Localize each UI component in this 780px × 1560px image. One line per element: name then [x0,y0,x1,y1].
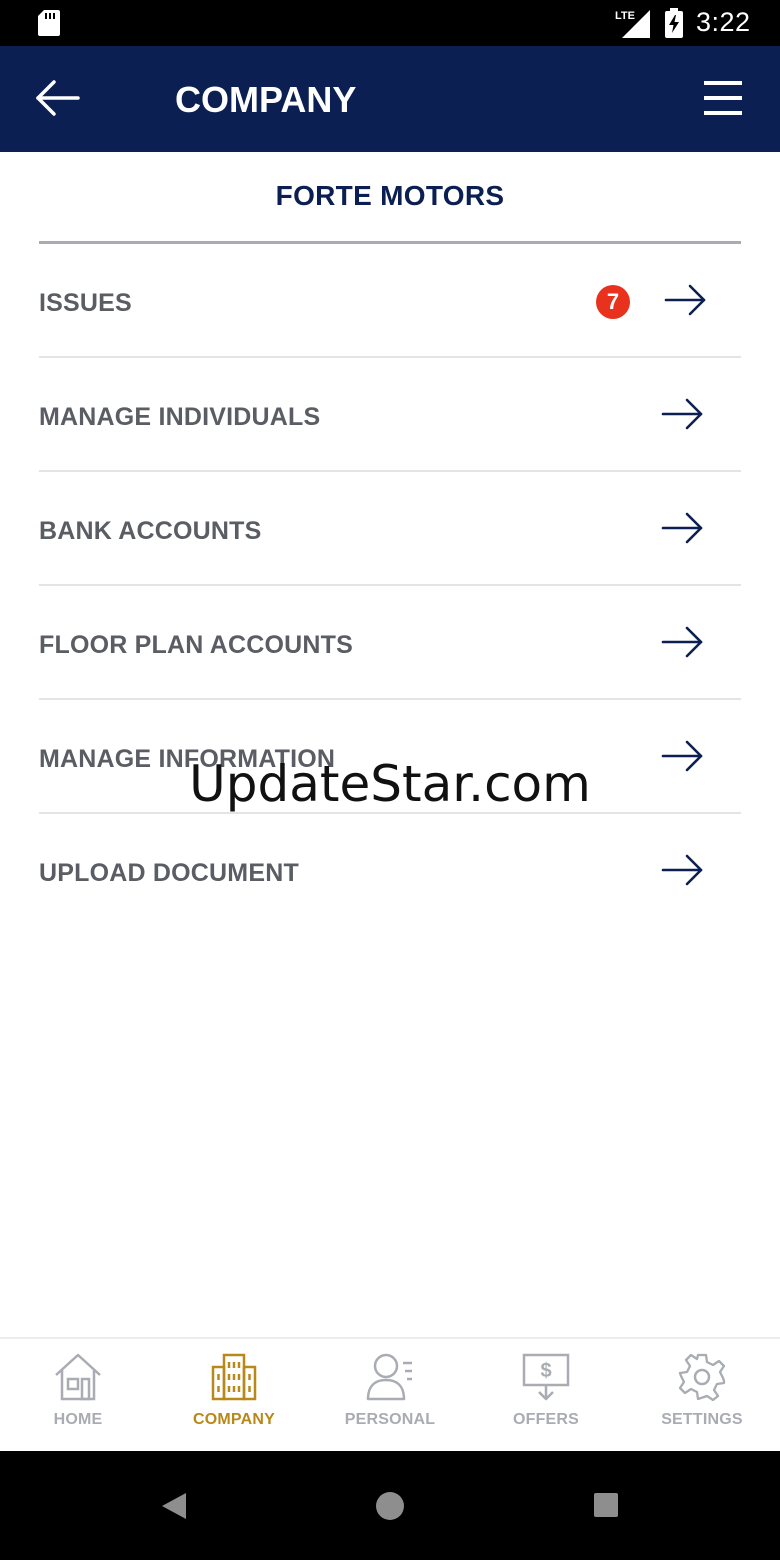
issues-count-badge: 7 [596,285,630,319]
bottom-nav: HOME COMPANY PERSONAL $ OFFERS SETTINGS [0,1337,780,1451]
menu-item-label: MANAGE INDIVIDUALS [39,403,321,431]
sd-card-icon [38,10,60,36]
menu-item-manage-individuals[interactable]: MANAGE INDIVIDUALS [39,358,741,472]
nav-company[interactable]: COMPANY [156,1339,312,1451]
hamburger-menu-icon [704,81,742,115]
clock: 3:22 [696,7,751,37]
signal-icon: LTE [615,10,650,38]
nav-label: HOME [53,1411,103,1428]
watermark: UpdateStar.com [189,755,591,813]
nav-label: COMPANY [193,1411,275,1428]
menu-item-label: BANK ACCOUNTS [39,517,262,545]
arrow-left-icon [36,80,80,116]
menu-item-issues[interactable]: ISSUES 7 [39,244,741,358]
nav-personal[interactable]: PERSONAL [312,1339,468,1451]
person-icon [366,1353,412,1401]
arrow-right-icon [661,626,703,658]
nav-home[interactable]: HOME [0,1339,156,1451]
nav-label: SETTINGS [661,1411,743,1428]
network-label: LTE [615,10,635,22]
battery-charging-icon [665,8,683,38]
company-name: FORTE MOTORS [275,180,505,211]
arrow-right-icon [661,398,703,430]
menu-button[interactable] [700,78,746,118]
nav-settings[interactable]: SETTINGS [624,1339,780,1451]
system-nav-bar [0,1451,780,1560]
system-back-icon[interactable] [160,1491,188,1521]
system-recents-button[interactable] [594,1493,618,1517]
nav-offers[interactable]: $ OFFERS [468,1339,624,1451]
system-home-button[interactable] [376,1492,404,1520]
building-icon [211,1353,257,1401]
arrow-right-icon [664,284,706,316]
app-bar: COMPANY [0,46,780,152]
menu-item-label: FLOOR PLAN ACCOUNTS [39,631,353,659]
offers-icon: $ [522,1353,570,1401]
gear-icon [678,1353,726,1402]
svg-text:$: $ [540,1360,551,1382]
status-bar: LTE 3:22 [0,0,780,46]
back-button[interactable] [34,76,82,120]
menu-list: ISSUES 7 MANAGE INDIVIDUALS BANK ACCOUNT… [39,244,741,928]
menu-item-bank-accounts[interactable]: BANK ACCOUNTS [39,472,741,586]
menu-item-label: ISSUES [39,289,132,317]
arrow-right-icon [661,854,703,886]
nav-label: OFFERS [512,1411,580,1428]
arrow-right-icon [661,512,703,544]
home-icon [55,1353,101,1401]
menu-item-upload-document[interactable]: UPLOAD DOCUMENT [39,814,741,928]
page-title: COMPANY [175,79,357,120]
nav-label: PERSONAL [344,1411,436,1428]
menu-item-label: UPLOAD DOCUMENT [39,859,299,887]
menu-item-floor-plan-accounts[interactable]: FLOOR PLAN ACCOUNTS [39,586,741,700]
